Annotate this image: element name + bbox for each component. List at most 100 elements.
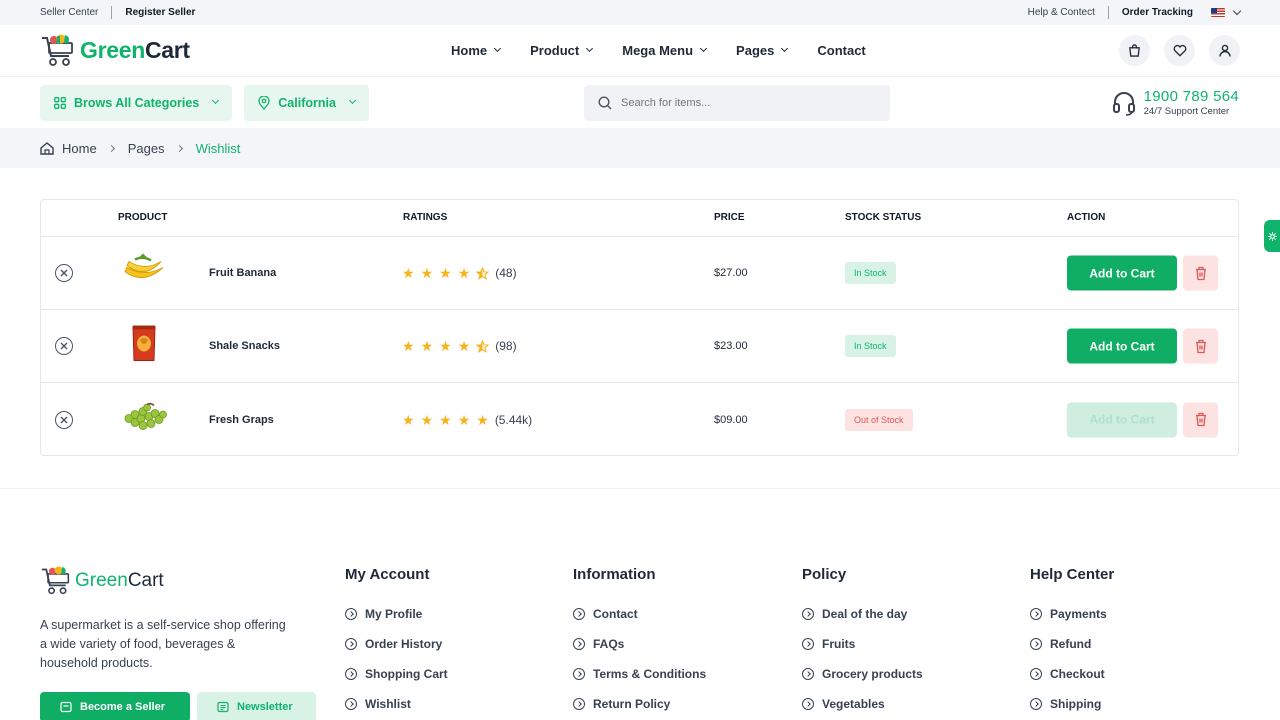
settings-tab[interactable] [1264,220,1280,252]
product-image-banana [121,253,167,293]
review-count: (5.44k) [494,412,533,427]
search-input[interactable] [621,96,861,109]
wishlist-button[interactable] [1164,35,1195,66]
arrow-circle-icon [345,608,357,620]
store-icon [60,701,72,713]
location-selector[interactable]: California [244,84,369,121]
footer-link[interactable]: Terms & Conditions [573,659,706,689]
footer-link[interactable]: My Profile [345,599,448,629]
header-price: PRICE [714,212,745,223]
main-header: GreenCart Home Product Mega Menu Pages C… [0,25,1280,77]
product-name[interactable]: Fruit Banana [209,267,276,279]
footer-column-help-center: Help Center Payments Refund Checkout Shi… [1030,566,1114,719]
footer-column-title: My Account [345,566,430,583]
breadcrumb-home[interactable]: Home [62,141,97,156]
footer-link[interactable]: Deal of the day [802,599,923,629]
grid-icon [54,96,66,109]
snack-bag-image [132,325,156,361]
stock-status-badge: In Stock [845,335,896,357]
search-bar [584,84,890,121]
footer-link[interactable]: FAQs [573,629,706,659]
footer-brand-name: GreenCart [75,570,164,591]
main-nav: Home Product Mega Menu Pages Contact [451,43,896,58]
footer-column-my-account: My Account My Profile Order History Shop… [345,566,448,719]
star-icon: ★ [457,411,471,428]
footer-link[interactable]: Wishlist [345,689,448,719]
browse-categories-button[interactable]: Brows All Categories [40,84,233,121]
product-image-grapes [121,402,169,437]
product-name[interactable]: Fresh Graps [209,414,274,426]
arrow-circle-icon [573,698,585,710]
nav-pages[interactable]: Pages [736,43,789,58]
arrow-circle-icon [802,668,814,680]
chevron-down-icon [212,96,220,105]
remove-item-button[interactable] [55,410,73,429]
footer-link[interactable]: Vegetables [802,689,923,719]
footer-logo[interactable]: GreenCart [40,566,164,596]
shopping-bag-icon [1129,44,1140,57]
arrow-circle-icon [802,608,814,620]
search-icon [598,95,612,109]
footer-link[interactable]: Contact [573,599,706,629]
header-action: ACTION [1067,212,1106,223]
footer-column-policy: Policy Deal of the day Fruits Grocery pr… [802,566,923,719]
footer-link[interactable]: Shopping Cart [345,659,448,689]
support-phone[interactable]: 1900 789 564 [1144,88,1239,105]
remove-item-button[interactable] [55,337,73,355]
footer-link[interactable]: Checkout [1030,659,1114,689]
arrow-circle-icon [345,698,357,710]
nav-contact[interactable]: Contact [817,43,865,58]
footer-description: A supermarket is a self-service shop off… [40,618,286,670]
delete-button[interactable] [1183,328,1218,364]
newsletter-button[interactable]: Newsletter [197,692,316,720]
delete-button[interactable] [1183,402,1218,437]
star-icon: ★ [476,411,489,428]
seller-center-link[interactable]: Seller Center [40,7,98,18]
support-contact: 1900 789 564 24/7 Support Center [1112,88,1239,117]
chevron-down-icon [494,44,502,53]
grapes-image [124,402,167,430]
arrow-circle-icon [1030,608,1042,620]
nav-product[interactable]: Product [530,43,594,58]
register-seller-link[interactable]: Register Seller [125,7,195,18]
breadcrumb-pages[interactable]: Pages [128,141,165,156]
nav-home[interactable]: Home [451,43,502,58]
account-button[interactable] [1209,35,1240,66]
add-to-cart-button[interactable]: Add to Cart [1067,402,1177,437]
delete-button[interactable] [1183,255,1218,291]
chevron-down-icon[interactable] [1232,6,1242,15]
add-to-cart-button[interactable]: Add to Cart [1067,328,1177,364]
footer-link[interactable]: Shipping [1030,689,1114,719]
us-flag-icon[interactable] [1211,8,1225,17]
logo[interactable]: GreenCart [40,34,190,68]
add-to-cart-button[interactable]: Add to Cart [1067,255,1177,291]
headset-icon [1112,91,1135,116]
chevron-down-icon [586,44,594,53]
star-icon: ★ [420,338,434,354]
table-row: Shale Snacks ★ ★ ★ ★ (98) $23.00 In Stock A… [41,310,1238,383]
footer-link[interactable]: Refund [1030,629,1114,659]
cart-logo-icon [42,34,73,66]
browse-categories-label: Brows All Categories [74,95,200,110]
product-name[interactable]: Shale Snacks [209,340,280,352]
star-icon: ★ [420,265,434,281]
footer-column-title: Information [573,566,656,583]
cart-button[interactable] [1119,35,1150,66]
star-icon: ★ [420,411,434,428]
close-icon [60,269,68,277]
footer-link[interactable]: Payments [1030,599,1114,629]
product-price: $23.00 [714,340,748,352]
star-icon: ★ [457,338,471,354]
help-contact-link[interactable]: Help & Contect [1028,7,1095,18]
newspaper-icon [217,701,229,713]
footer-link[interactable]: Return Policy [573,689,706,719]
nav-mega-menu[interactable]: Mega Menu [622,43,708,58]
become-seller-button[interactable]: Become a Seller [40,692,190,720]
order-tracking-link[interactable]: Order Tracking [1122,7,1193,18]
footer-column-title: Policy [802,566,847,583]
arrow-circle-icon [573,668,585,680]
footer-link[interactable]: Grocery products [802,659,923,689]
footer-link[interactable]: Order History [345,629,448,659]
remove-item-button[interactable] [55,264,73,282]
footer-link[interactable]: Fruits [802,629,923,659]
